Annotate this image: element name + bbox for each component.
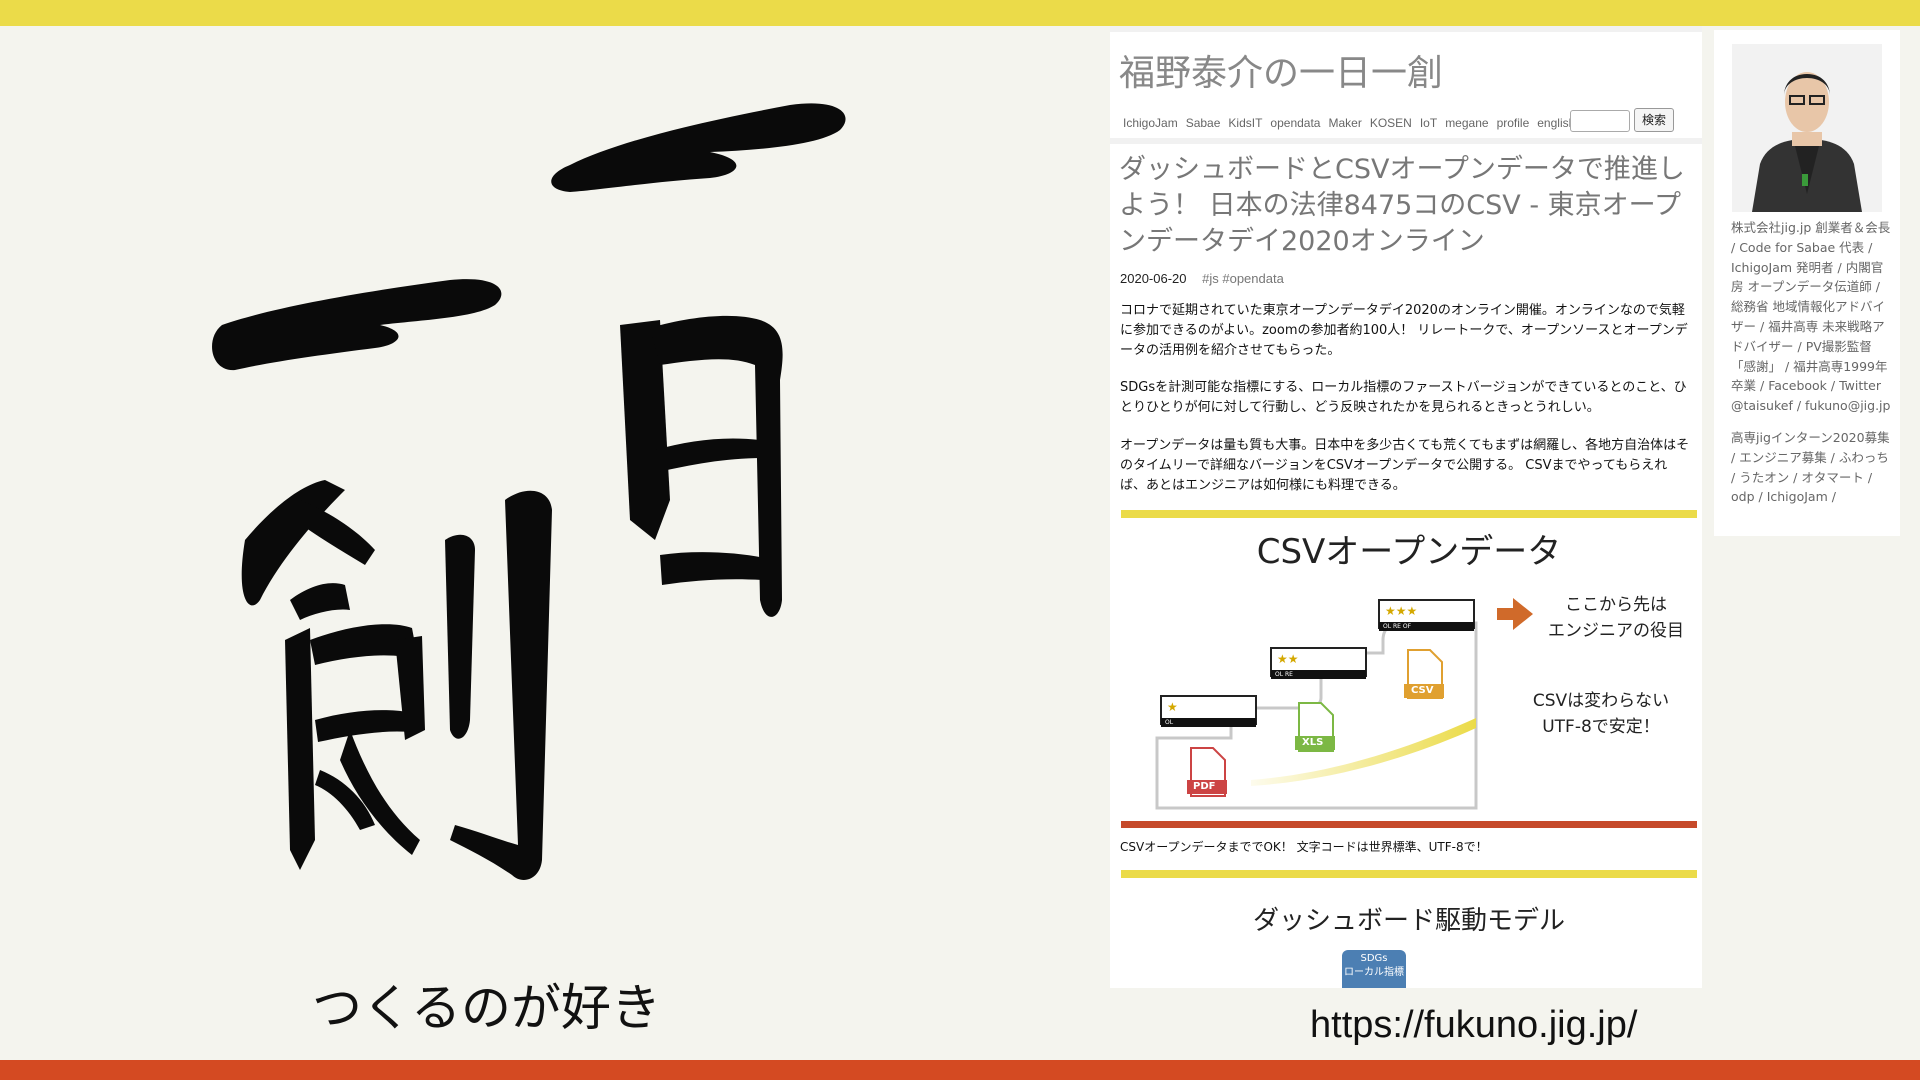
blog-header: 福野泰介の一日一創 IchigoJam Sabae KidsIT opendat… bbox=[1110, 32, 1702, 138]
blog-nav: IchigoJam Sabae KidsIT opendata Maker KO… bbox=[1123, 116, 1575, 130]
csv-note: UTF-8で安定！ bbox=[1542, 717, 1660, 737]
bio-item[interactable]: Code for Sabae 代表 bbox=[1739, 240, 1864, 255]
bottom-accent-bar bbox=[0, 1060, 1920, 1080]
bio-item[interactable]: IchigoJam 発明者 bbox=[1731, 260, 1834, 275]
stars: ★★ bbox=[1277, 652, 1299, 666]
sidebar-link[interactable]: odp bbox=[1731, 489, 1755, 504]
sidebar-link[interactable]: 高専jigインターン2020募集 bbox=[1731, 430, 1890, 445]
slide-image-csv: CSVオープンデータ ★ OL ★★ OL RE ★★★ OL RE OF PD… bbox=[1121, 510, 1697, 828]
arrow-icon bbox=[1497, 598, 1533, 630]
arrow-note: エンジニアの役目 bbox=[1548, 621, 1684, 641]
stars: ★★★ bbox=[1385, 604, 1418, 618]
article-date: 2020-06-20 bbox=[1120, 271, 1187, 286]
article-title[interactable]: ダッシュボードとCSVオープンデータで推進しよう！ 日本の法律8475コのCSV… bbox=[1119, 152, 1691, 260]
blog-article: ダッシュボードとCSVオープンデータで推進しよう！ 日本の法律8475コのCSV… bbox=[1110, 144, 1702, 988]
nav-item[interactable]: Sabae bbox=[1186, 116, 1221, 130]
profile-photo bbox=[1732, 44, 1882, 212]
blog-url[interactable]: https://fukuno.jig.jp/ bbox=[1310, 1004, 1637, 1047]
sidebar-link[interactable]: オタマート bbox=[1801, 470, 1864, 485]
site-title[interactable]: 福野泰介の一日一創 bbox=[1119, 44, 1443, 96]
bio-item[interactable]: 株式会社jig.jp 創業者＆会長 bbox=[1731, 220, 1890, 235]
staircase-diagram bbox=[1155, 598, 1533, 810]
sidebar-link[interactable]: IchigoJam bbox=[1767, 489, 1828, 504]
top-accent-bar bbox=[0, 0, 1920, 26]
profile-bio: 株式会社jig.jp 創業者＆会長 / Code for Sabae 代表 / … bbox=[1731, 220, 1891, 414]
sidebar-link[interactable]: うたオン bbox=[1739, 470, 1789, 485]
nav-item[interactable]: IoT bbox=[1420, 116, 1437, 130]
search-input[interactable] bbox=[1570, 110, 1630, 132]
nav-item[interactable]: profile bbox=[1497, 116, 1530, 130]
xls-label: XLS bbox=[1302, 737, 1324, 748]
article-meta: 2020-06-20 #js #opendata bbox=[1120, 271, 1284, 286]
sidebar-link[interactable]: エンジニア募集 bbox=[1739, 450, 1827, 465]
article-paragraph: SDGsを計測可能な指標にする、ローカル指標のファーストバージョンができていると… bbox=[1120, 380, 1687, 415]
search-button[interactable]: 検索 bbox=[1634, 108, 1674, 132]
blog-sidebar: 株式会社jig.jp 創業者＆会長 / Code for Sabae 代表 / … bbox=[1714, 30, 1900, 536]
stars: ★ bbox=[1167, 700, 1178, 714]
nav-item[interactable]: KOSEN bbox=[1370, 116, 1412, 130]
arrow-note: ここから先は bbox=[1565, 595, 1667, 615]
pdf-label: PDF bbox=[1193, 781, 1216, 792]
sdg-badge: SDGs ローカル指標 bbox=[1342, 950, 1406, 988]
nav-item[interactable]: megane bbox=[1445, 116, 1488, 130]
nav-item[interactable]: KidsIT bbox=[1228, 116, 1262, 130]
slide-image-dashboard: ダッシュボード駆動モデル SDGs ローカル指標 bbox=[1121, 870, 1697, 988]
bio-item[interactable]: fukuno@jig.jp bbox=[1805, 398, 1890, 413]
sidebar-link[interactable]: ふわっち bbox=[1839, 450, 1889, 465]
csv-label: CSV bbox=[1411, 685, 1434, 696]
step-label: OL RE OF bbox=[1383, 623, 1412, 630]
blog-screenshot: 福野泰介の一日一創 IchigoJam Sabae KidsIT opendat… bbox=[1110, 26, 1702, 988]
nav-item[interactable]: opendata bbox=[1270, 116, 1320, 130]
bio-item[interactable]: Facebook bbox=[1768, 378, 1827, 393]
step-label: OL bbox=[1165, 719, 1174, 726]
slide-caption: つくるのが好き bbox=[312, 979, 661, 1037]
slide-title: ダッシュボード駆動モデル bbox=[1252, 906, 1565, 936]
slide-image-caption: CSVオープンデータまででOK！ 文字コードは世界標準、UTF-8で！ bbox=[1120, 840, 1488, 854]
csv-note: CSVは変わらない bbox=[1532, 691, 1670, 711]
article-tags[interactable]: #js #opendata bbox=[1202, 271, 1284, 286]
profile-links: 高専jigインターン2020募集 / エンジニア募集 / ふわっち / うたオン… bbox=[1731, 430, 1890, 505]
article-paragraph: コロナで延期されていた東京オープンデータデイ2020のオンライン開催。オンライン… bbox=[1120, 303, 1688, 358]
calligraphy-artwork bbox=[212, 103, 846, 880]
nav-item[interactable]: Maker bbox=[1328, 116, 1361, 130]
article-paragraph: オープンデータは量も質も大事。日本中を多少古くても荒くてもまずは網羅し、各地方自… bbox=[1120, 438, 1690, 493]
nav-item[interactable]: IchigoJam bbox=[1123, 116, 1178, 130]
step-label: OL RE bbox=[1275, 671, 1293, 678]
